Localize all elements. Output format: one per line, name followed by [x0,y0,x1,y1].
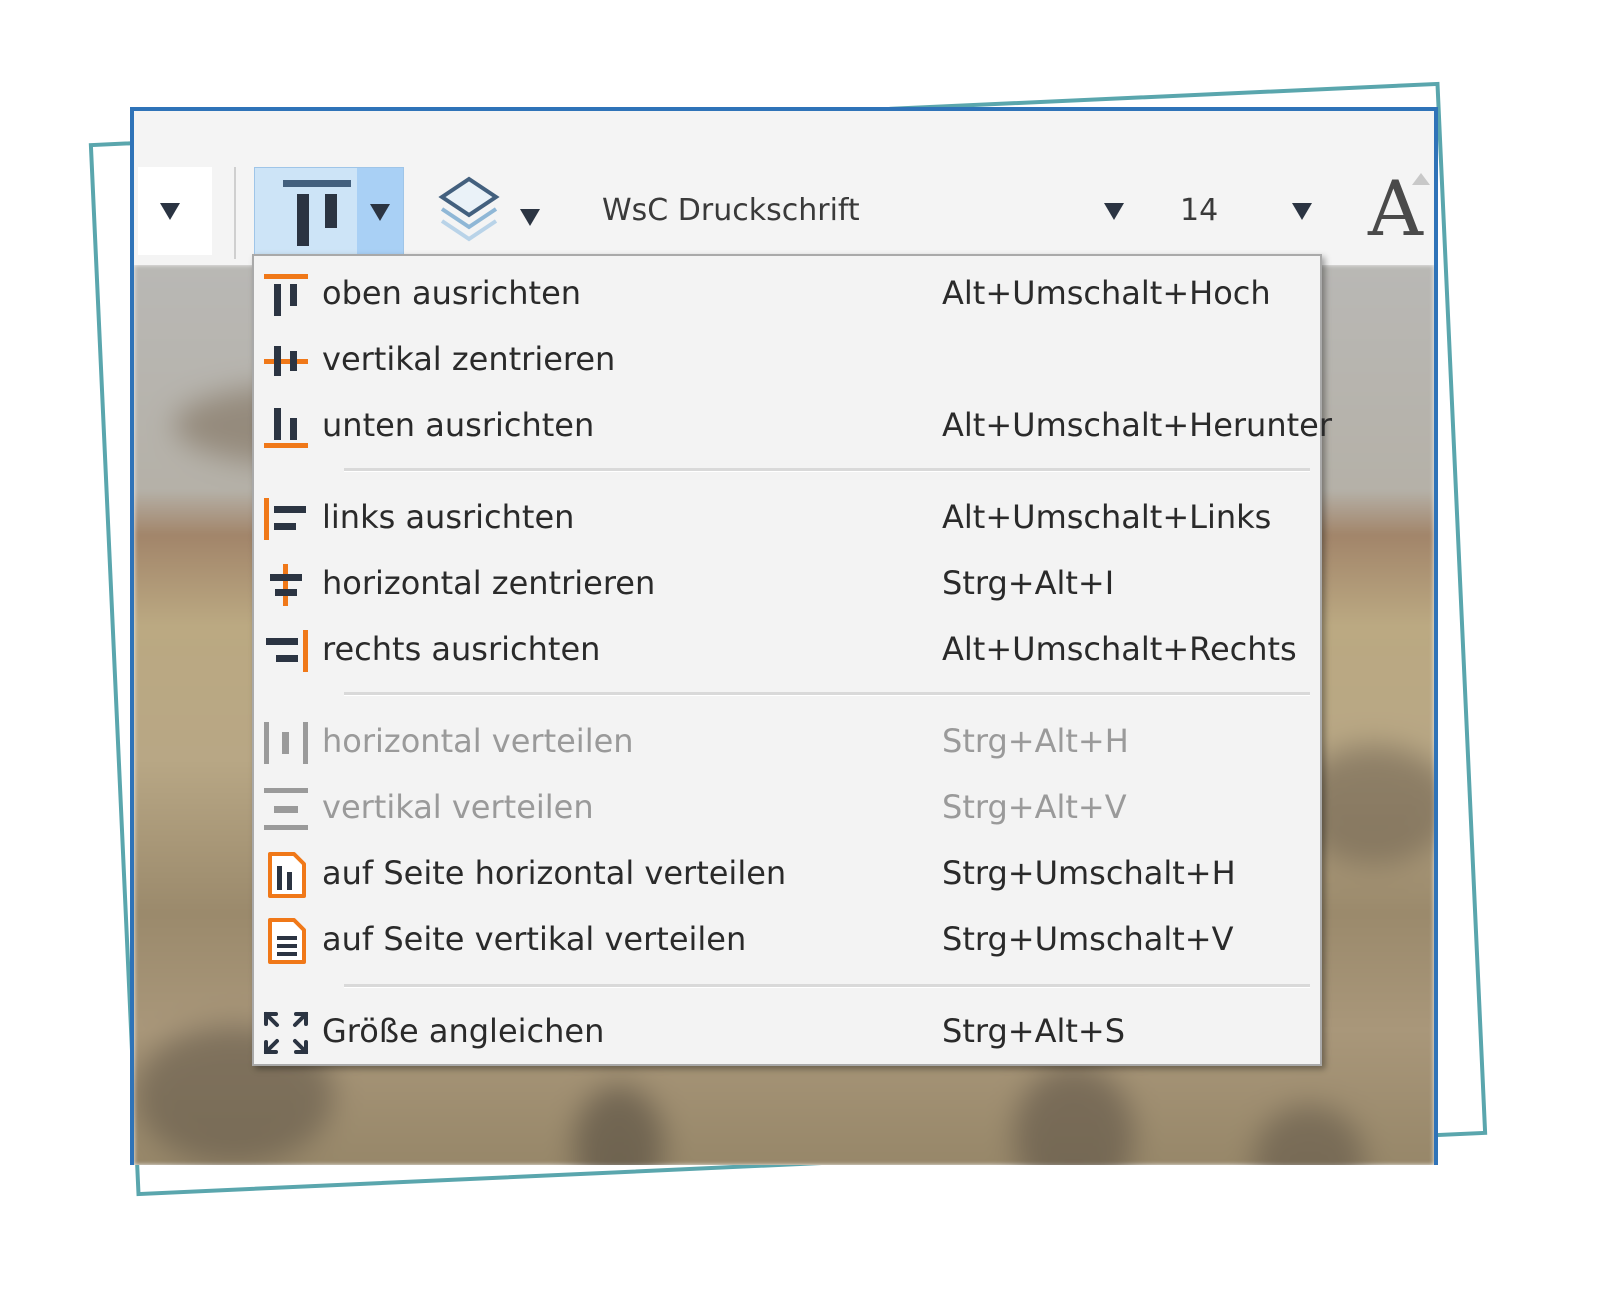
menu-item-label: vertikal zentrieren [322,340,616,378]
menu-item-align-bottom[interactable]: unten ausrichten Alt+Umschalt+Herunter [254,394,1332,458]
menu-separator [344,692,1310,696]
menu-item-shortcut: Alt+Umschalt+Links [942,498,1272,536]
menu-item-shortcut: Strg+Alt+H [942,722,1129,760]
layers-icon[interactable] [434,173,504,247]
match-size-icon [264,1012,308,1054]
layers-dropdown-arrow-icon[interactable] [520,209,540,226]
font-size-dropdown-icon[interactable] [1292,203,1312,220]
menu-item-label: auf Seite horizontal verteilen [322,854,787,892]
distribute-horizontal-icon [264,722,308,764]
menu-item-distribute-vertical: vertikal verteilen Strg+Alt+V [254,776,1320,840]
page-distribute-vertical-icon [268,918,306,964]
menu-item-shortcut: Strg+Umschalt+V [942,920,1234,958]
font-name-field[interactable]: WsC Druckschrift [602,193,860,228]
align-right-icon [266,630,308,672]
previous-dropdown[interactable] [138,167,212,255]
menu-item-page-distribute-horizontal[interactable]: auf Seite horizontal verteilen Strg+Umsc… [254,842,1320,906]
menu-item-match-size[interactable]: Größe angleichen Strg+Alt+S [254,1000,1320,1064]
menu-item-align-left[interactable]: links ausrichten Alt+Umschalt+Links [254,486,1320,550]
align-horizontal-center-icon [270,564,302,606]
menu-item-shortcut: Strg+Umschalt+H [942,854,1236,892]
menu-item-horizontal-center[interactable]: horizontal zentrieren Strg+Alt+I [254,552,1320,616]
align-dropdown-menu: oben ausrichten Alt+Umschalt+Hoch vertik… [252,254,1332,1066]
menu-item-shortcut: Alt+Umschalt+Herunter [942,406,1332,444]
menu-item-shortcut: Strg+Alt+V [942,788,1127,826]
grow-font-caret-icon [1412,173,1430,185]
menu-separator [344,468,1310,472]
menu-item-label: rechts ausrichten [322,630,601,668]
menu-item-shortcut: Alt+Umschalt+Hoch [942,274,1271,312]
menu-item-shortcut: Alt+Umschalt+Rechts [942,630,1297,668]
menu-separator [344,984,1310,988]
menu-item-label: horizontal verteilen [322,722,634,760]
align-bottom-icon [264,408,308,448]
menu-item-shortcut: Strg+Alt+S [942,1012,1126,1050]
menu-item-label: vertikal verteilen [322,788,594,826]
align-split-button[interactable] [254,167,404,255]
align-dropdown-toggle[interactable] [357,168,403,254]
menu-item-page-distribute-vertical[interactable]: auf Seite vertikal verteilen Strg+Umscha… [254,908,1320,972]
menu-item-align-right[interactable]: rechts ausrichten Alt+Umschalt+Rechts [254,618,1320,682]
menu-item-label: auf Seite vertikal verteilen [322,920,747,958]
distribute-vertical-icon [264,788,308,830]
align-top-icon[interactable] [281,176,353,248]
menu-item-label: links ausrichten [322,498,575,536]
font-name-dropdown-icon[interactable] [1104,203,1124,220]
menu-item-label: Größe angleichen [322,1012,605,1050]
menu-item-vertical-center[interactable]: vertikal zentrieren [254,328,1320,392]
chevron-down-icon[interactable] [370,204,390,221]
align-top-icon [264,274,308,316]
align-vertical-center-icon [264,346,308,376]
menu-item-label: oben ausrichten [322,274,582,312]
ribbon-toolbar: WsC Druckschrift 14 A [134,111,1434,265]
menu-item-align-top[interactable]: oben ausrichten Alt+Umschalt+Hoch [254,262,1320,326]
menu-item-distribute-horizontal: horizontal verteilen Strg+Alt+H [254,710,1320,774]
dropdown-arrow-icon[interactable] [160,203,180,220]
screenshot-stage: WsC Druckschrift 14 A oben ausrichten Al… [0,0,1600,1294]
font-size-field[interactable]: 14 [1180,193,1218,228]
menu-item-shortcut: Strg+Alt+I [942,564,1115,602]
menu-item-label: horizontal zentrieren [322,564,656,602]
align-left-icon [264,498,306,540]
toolbar-divider [234,167,236,259]
menu-item-label: unten ausrichten [322,406,595,444]
page-distribute-horizontal-icon [268,852,306,898]
